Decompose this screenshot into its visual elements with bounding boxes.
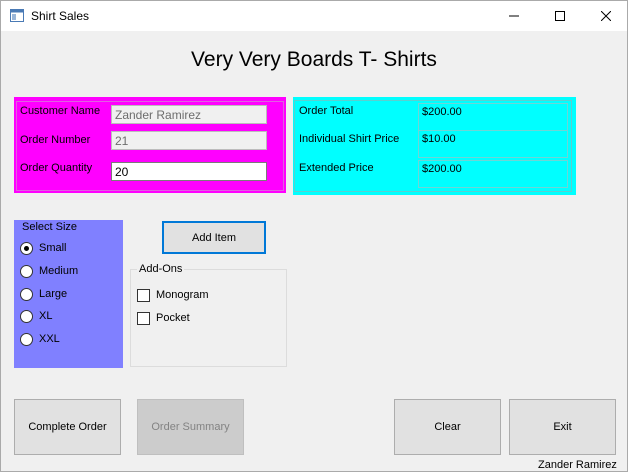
size-group-title: Select Size <box>22 221 78 233</box>
radio-button[interactable] <box>20 241 33 255</box>
checkbox[interactable] <box>137 288 150 302</box>
minimize-button[interactable] <box>491 1 537 31</box>
order-totals-panel: Order Total $200.00 Individual Shirt Pri… <box>293 97 576 195</box>
addon-label: Monogram <box>156 289 209 301</box>
exit-button[interactable]: Exit <box>509 399 616 455</box>
complete-order-button[interactable]: Complete Order <box>14 399 121 455</box>
maximize-icon <box>555 11 565 21</box>
size-option-label: Medium <box>39 265 79 277</box>
checkbox[interactable] <box>137 311 150 325</box>
order-quantity-label: Order Quantity <box>20 162 93 174</box>
title-bar[interactable]: Shirt Sales <box>1 1 627 31</box>
size-option-label: Large <box>39 288 68 300</box>
radio-button[interactable] <box>20 332 33 346</box>
size-option-small[interactable]: Small <box>20 240 67 256</box>
page-title: Very Very Boards T- Shirts <box>191 48 437 71</box>
add-item-button[interactable]: Add Item <box>162 221 266 254</box>
order-number-label: Order Number <box>20 134 91 146</box>
clear-button[interactable]: Clear <box>394 399 501 455</box>
addon-monogram[interactable]: Monogram <box>137 287 209 303</box>
order-total-label: Order Total <box>299 105 354 117</box>
addon-pocket[interactable]: Pocket <box>137 310 190 326</box>
footer-author-name: Zander Ramirez <box>538 459 617 471</box>
size-option-xxl[interactable]: XXL <box>20 331 60 347</box>
app-window: Shirt Sales Very Very Boards T- Shirts C… <box>0 0 628 472</box>
order-quantity-field[interactable]: 20 <box>111 162 267 181</box>
size-group: Select Size Small Medium Large XL XXL <box>14 220 123 368</box>
addons-group: Add-Ons Monogram Pocket <box>130 263 287 367</box>
extended-price-label: Extended Price <box>299 162 374 174</box>
close-icon <box>601 11 611 21</box>
addon-label: Pocket <box>156 312 190 324</box>
close-button[interactable] <box>583 1 628 31</box>
radio-button[interactable] <box>20 287 33 301</box>
shirt-price-value: $10.00 <box>418 130 568 158</box>
customer-panel: Customer Name Zander Ramirez Order Numbe… <box>14 97 286 193</box>
addons-group-title: Add-Ons <box>137 263 185 275</box>
size-option-medium[interactable]: Medium <box>20 263 78 279</box>
radio-button[interactable] <box>20 264 33 278</box>
size-option-xl[interactable]: XL <box>20 308 52 324</box>
size-option-label: XXL <box>39 333 60 345</box>
shirt-price-label: Individual Shirt Price <box>299 133 400 145</box>
app-icon <box>10 9 24 22</box>
maximize-button[interactable] <box>537 1 583 31</box>
size-option-label: XL <box>39 310 53 322</box>
window-title: Shirt Sales <box>31 9 90 23</box>
order-summary-button[interactable]: Order Summary <box>137 399 244 455</box>
customer-name-field[interactable]: Zander Ramirez <box>111 105 267 124</box>
order-total-value: $200.00 <box>418 103 568 131</box>
size-option-label: Small <box>39 242 67 254</box>
radio-button[interactable] <box>20 309 33 323</box>
minimize-icon <box>509 15 519 17</box>
order-number-field[interactable]: 21 <box>111 131 267 150</box>
extended-price-value: $200.00 <box>418 160 568 188</box>
size-option-large[interactable]: Large <box>20 286 67 302</box>
customer-name-label: Customer Name <box>20 105 101 117</box>
